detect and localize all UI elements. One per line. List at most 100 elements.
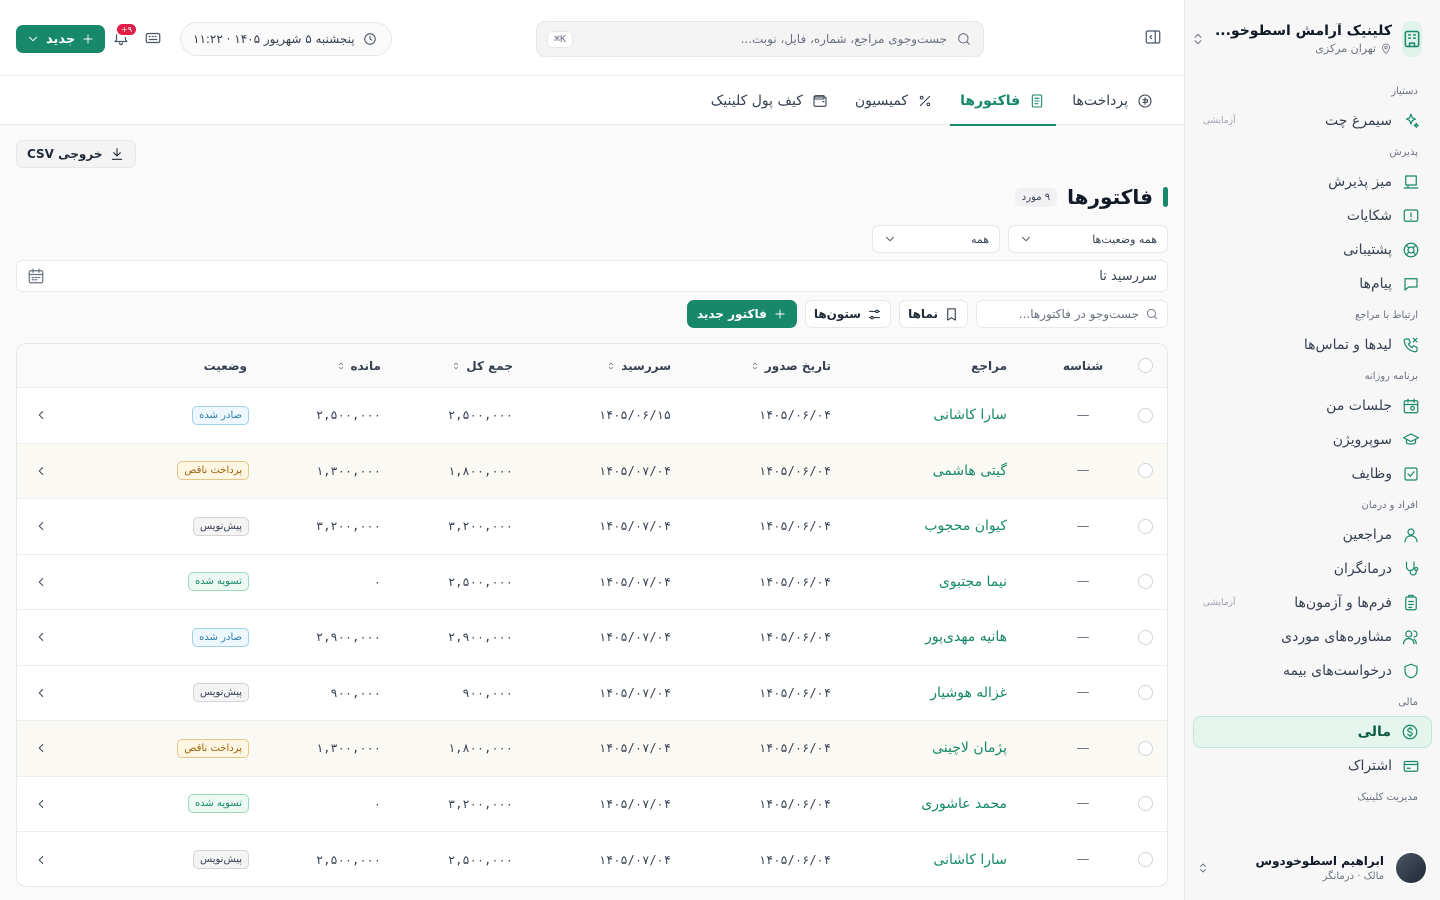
sidebar-item-checkbox[interactable]: وظایف: [1193, 458, 1432, 490]
chevron-left-icon[interactable]: [34, 630, 48, 644]
client-link[interactable]: سارا کاشانی: [933, 388, 1007, 443]
sidebar-item-graduation[interactable]: سوپرویژن: [1193, 424, 1432, 456]
row-checkbox[interactable]: [1138, 740, 1153, 756]
row-checkbox[interactable]: [1138, 518, 1153, 534]
user-menu[interactable]: ابراهیم اسطوخودوس مالک · درمانگر: [1197, 848, 1428, 888]
chevron-left-icon[interactable]: [34, 408, 48, 422]
sidebar-item-user[interactable]: مراجعین: [1193, 519, 1432, 551]
row-checkbox[interactable]: [1138, 629, 1153, 645]
tab-percent[interactable]: کمیسیون: [845, 76, 944, 125]
chevron-left-icon[interactable]: [34, 686, 48, 700]
column-header-due[interactable]: سررسید: [606, 344, 671, 387]
bell-icon[interactable]: ۹+: [112, 22, 138, 46]
select-all-checkbox[interactable]: [1138, 358, 1153, 373]
issue-date: ۱۴۰۵/۰۶/۰۴: [758, 408, 831, 423]
chevron-left-icon[interactable]: [34, 741, 48, 755]
sidebar-item-card[interactable]: اشتراک: [1193, 750, 1432, 782]
column-header-issue-date[interactable]: تاریخ صدور: [750, 344, 831, 387]
views-button[interactable]: نماها: [899, 300, 968, 328]
column-header-remaining[interactable]: مانده: [336, 344, 381, 387]
new-button[interactable]: جدید: [16, 25, 106, 53]
sidebar-item-lifebuoy[interactable]: پشتیبانی: [1193, 234, 1432, 266]
table-search-input[interactable]: جست‌وجو در فاکتورها...: [976, 300, 1168, 328]
row-checkbox[interactable]: [1138, 463, 1153, 479]
client-link[interactable]: نیما مجتبوی: [939, 555, 1007, 610]
message-icon: [1402, 275, 1420, 293]
table-row[interactable]: — کیوان محجوب ۱۴۰۵/۰۶/۰۴ ۱۴۰۵/۰۷/۰۴ ۳,۲۰۰,۰۰…: [17, 499, 1167, 555]
sidebar-item-shield[interactable]: درخواست‌های بیمه: [1193, 655, 1432, 687]
type-filter-select[interactable]: همه: [872, 225, 1000, 253]
new-button-label: جدید: [46, 31, 76, 47]
export-csv-button[interactable]: خروجی CSV: [16, 140, 136, 168]
due-date: ۱۴۰۵/۰۷/۰۴: [598, 741, 671, 756]
nav-section-title: افراد و درمان: [1361, 500, 1418, 511]
due-date-placeholder: سررسید تا: [1099, 268, 1157, 284]
client-link[interactable]: محمد عاشوری: [921, 777, 1007, 832]
sidebar-item-stethoscope[interactable]: درمانگران: [1193, 553, 1432, 585]
row-checkbox[interactable]: [1138, 407, 1153, 423]
table-row[interactable]: — گیتی هاشمی ۱۴۰۵/۰۶/۰۴ ۱۴۰۵/۰۷/۰۴ ۱,۸۰۰,۰۰۰…: [17, 443, 1167, 499]
new-invoice-label: فاکتور جدید: [696, 307, 767, 321]
row-checkbox[interactable]: [1138, 685, 1153, 701]
sidebar-item-sparkles[interactable]: سیمرغ چت آزمایشی: [1193, 105, 1432, 137]
row-checkbox[interactable]: [1138, 796, 1153, 812]
columns-button[interactable]: ستون‌ها: [804, 300, 892, 328]
keyboard-icon[interactable]: [144, 29, 162, 47]
due-date: ۱۴۰۵/۰۷/۰۴: [598, 463, 671, 478]
chevron-left-icon[interactable]: [34, 575, 48, 589]
client-link[interactable]: گیتی هاشمی: [933, 444, 1007, 499]
plus-icon: [81, 32, 95, 46]
table-row[interactable]: — سارا کاشانی ۱۴۰۵/۰۶/۰۴ ۱۴۰۵/۰۶/۱۵ ۲,۵۰۰,۰۰…: [17, 388, 1167, 444]
row-checkbox[interactable]: [1138, 852, 1153, 868]
status-filter-select[interactable]: همه وضعیت‌ها: [1008, 225, 1168, 253]
calendar-icon[interactable]: [27, 267, 45, 285]
sidebar-item-clipboard[interactable]: فرم‌ها و آزمون‌ها آزمایشی: [1193, 587, 1432, 619]
sidebar-toggle-icon[interactable]: [1144, 28, 1162, 46]
invoice-id: —: [1076, 574, 1090, 590]
tab-payments[interactable]: پرداخت‌ها: [1062, 76, 1164, 125]
status-badge: صادر شده: [192, 405, 249, 425]
remaining-amount: ۲,۹۰۰,۰۰۰: [315, 630, 381, 645]
chevrons-updown-icon: [1191, 32, 1205, 46]
sidebar-item-desk[interactable]: میز پذیرش: [1193, 166, 1432, 198]
client-link[interactable]: هانیه مهدی‌پور: [925, 610, 1007, 665]
chevron-left-icon[interactable]: [34, 519, 48, 533]
tab-invoice[interactable]: فاکتورها: [950, 76, 1057, 126]
table-row[interactable]: — محمد عاشوری ۱۴۰۵/۰۶/۰۴ ۱۴۰۵/۰۷/۰۴ ۳,۲۰۰,۰۰…: [17, 777, 1167, 832]
tab-wallet[interactable]: کیف پول کلینیک: [701, 76, 839, 125]
invoice-id: —: [1076, 796, 1090, 812]
new-invoice-button[interactable]: فاکتور جدید: [686, 300, 797, 328]
sidebar-item-complaint[interactable]: شکایات: [1193, 200, 1432, 232]
columns-label: ستون‌ها: [813, 307, 862, 321]
percent-icon: [916, 92, 934, 110]
client-link[interactable]: سارا کاشانی: [933, 832, 1007, 886]
sidebar-item-users[interactable]: مشاوره‌های موردی: [1193, 621, 1432, 653]
clinic-switcher[interactable]: کلینیک آرامش اسطوخو... تهران مرکزی: [1194, 20, 1422, 58]
chevron-left-icon[interactable]: [34, 853, 48, 867]
client-link[interactable]: پژمان لاچینی: [932, 721, 1007, 776]
users-icon: [1402, 628, 1420, 646]
sidebar-item-message[interactable]: پیام‌ها: [1193, 268, 1432, 300]
remaining-amount: ۰: [373, 796, 381, 811]
row-checkbox[interactable]: [1138, 574, 1153, 590]
clipboard-icon: [1402, 594, 1420, 612]
table-row[interactable]: — سارا کاشانی ۱۴۰۵/۰۶/۰۴ ۱۴۰۵/۰۷/۰۴ ۲,۵۰۰,۰۰…: [17, 832, 1167, 886]
sidebar-item-calendar[interactable]: جلسات من: [1193, 390, 1432, 422]
sidebar-item-finance[interactable]: مالی: [1193, 716, 1432, 748]
due-date-filter[interactable]: سررسید تا: [16, 260, 1168, 292]
remaining-amount: ۹۰۰,۰۰۰: [330, 685, 381, 700]
chevron-left-icon[interactable]: [34, 464, 48, 478]
chevron-left-icon[interactable]: [34, 797, 48, 811]
issue-date-header-label: تاریخ صدور: [764, 358, 831, 373]
invoices-table: شناسه مراجع تاریخ صدور سررسید جمع کل مان…: [16, 343, 1168, 887]
column-header-total[interactable]: جمع کل: [451, 344, 513, 387]
global-search[interactable]: جست‌وجوی مراجع، شماره، فایل، نوبت... ⌘K: [536, 21, 984, 57]
table-row[interactable]: — هانیه مهدی‌پور ۱۴۰۵/۰۶/۰۴ ۱۴۰۵/۰۷/۰۴ ۲,۹۰۰…: [17, 610, 1167, 666]
search-input[interactable]: جست‌وجوی مراجع، شماره، فایل، نوبت...: [581, 32, 947, 46]
table-row[interactable]: — غزاله هوشیار ۱۴۰۵/۰۶/۰۴ ۱۴۰۵/۰۷/۰۴ ۹۰۰,۰۰۰…: [17, 666, 1167, 721]
table-row[interactable]: — پژمان لاچینی ۱۴۰۵/۰۶/۰۴ ۱۴۰۵/۰۷/۰۴ ۱,۸۰۰,۰…: [17, 721, 1167, 777]
client-link[interactable]: غزاله هوشیار: [930, 666, 1007, 721]
table-row[interactable]: — نیما مجتبوی ۱۴۰۵/۰۶/۰۴ ۱۴۰۵/۰۷/۰۴ ۲,۵۰۰,۰۰…: [17, 555, 1167, 610]
client-link[interactable]: کیوان محجوب: [924, 499, 1007, 554]
sidebar-item-phone[interactable]: لیدها و تماس‌ها: [1193, 329, 1432, 361]
